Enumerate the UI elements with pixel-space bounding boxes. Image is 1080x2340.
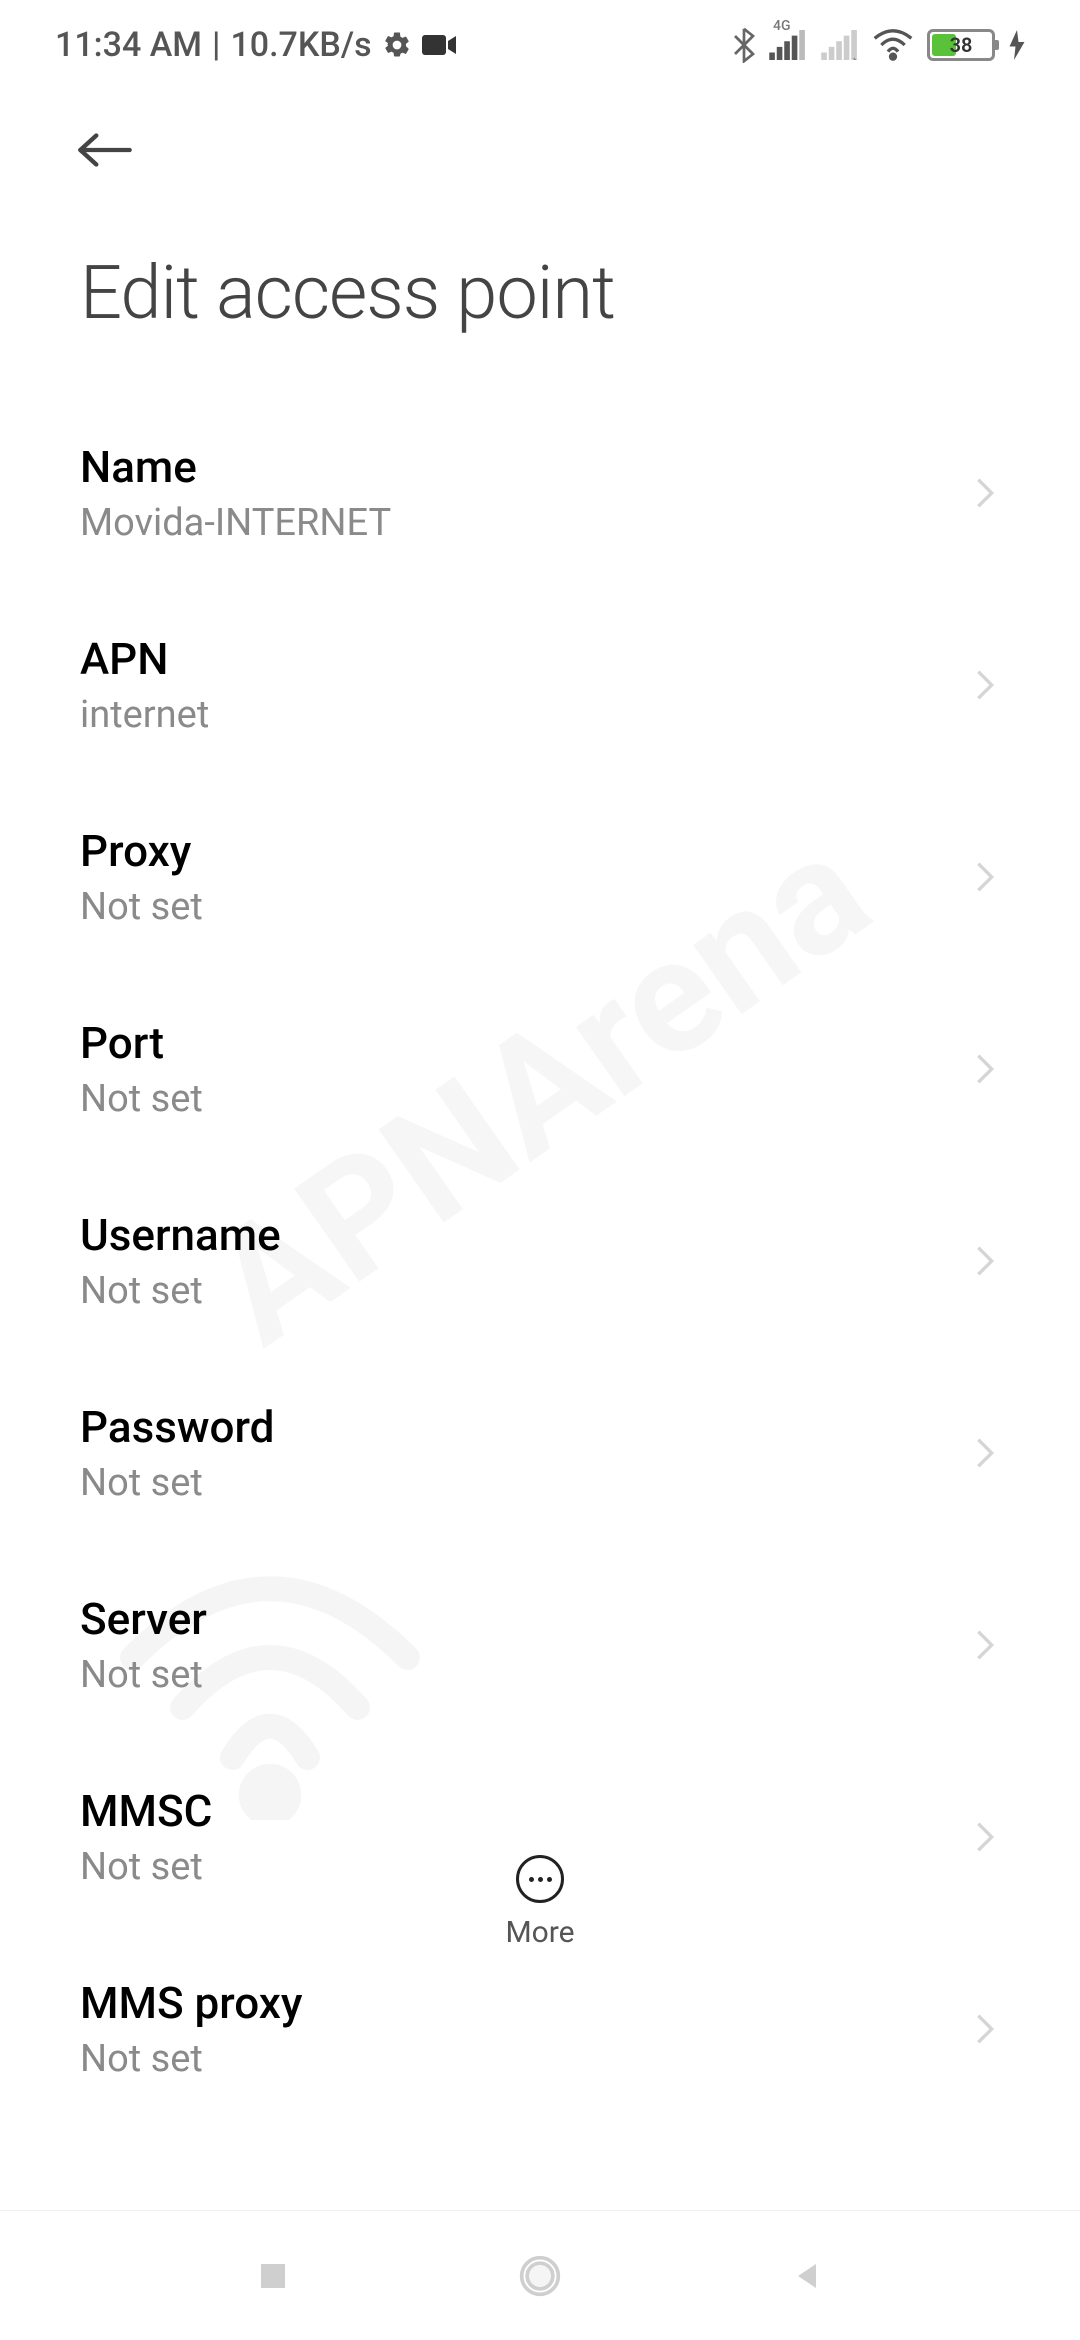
setting-value: Not set xyxy=(80,1269,970,1313)
battery-icon: 38 xyxy=(927,29,995,61)
setting-username[interactable]: Username Not set xyxy=(80,1165,1000,1357)
setting-label: Username xyxy=(80,1209,970,1261)
setting-port[interactable]: Port Not set xyxy=(80,973,1000,1165)
setting-label: Server xyxy=(80,1593,970,1645)
setting-label: Port xyxy=(80,1017,970,1069)
status-separator: | xyxy=(212,25,220,65)
setting-value: Not set xyxy=(80,1461,970,1505)
network-type-label: 4G xyxy=(773,18,791,34)
signal-sim1-icon: 4G xyxy=(769,30,807,60)
setting-label: MMSC xyxy=(80,1785,970,1837)
setting-server[interactable]: Server Not set xyxy=(80,1549,1000,1741)
chevron-right-icon xyxy=(970,670,1000,700)
chevron-right-icon xyxy=(970,1438,1000,1468)
gear-icon xyxy=(382,30,412,60)
setting-label: Proxy xyxy=(80,825,970,877)
chevron-right-icon xyxy=(970,2014,1000,2044)
video-icon xyxy=(422,33,456,57)
setting-mmsc[interactable]: MMSC Not set xyxy=(80,1741,1000,1933)
page-title: Edit access point xyxy=(0,200,1080,397)
chevron-right-icon xyxy=(970,1630,1000,1660)
chevron-right-icon xyxy=(970,1246,1000,1276)
bluetooth-icon xyxy=(733,27,755,63)
charging-icon xyxy=(1009,30,1025,60)
chevron-right-icon xyxy=(970,1054,1000,1084)
setting-name[interactable]: Name Movida-INTERNET xyxy=(80,397,1000,589)
setting-label: MMS proxy xyxy=(80,1977,970,2029)
setting-value: Not set xyxy=(80,885,970,929)
setting-password[interactable]: Password Not set xyxy=(80,1357,1000,1549)
setting-value: internet xyxy=(80,693,970,737)
settings-list: Name Movida-INTERNET APN internet Proxy … xyxy=(0,397,1080,2090)
setting-value: Movida-INTERNET xyxy=(80,501,970,545)
back-button[interactable] xyxy=(75,120,135,180)
nav-bar xyxy=(0,2210,1080,2340)
nav-back-button[interactable] xyxy=(777,2246,837,2306)
setting-label: Name xyxy=(80,441,970,493)
chevron-right-icon xyxy=(970,862,1000,892)
status-data-rate: 10.7KB/s xyxy=(230,25,371,65)
chevron-right-icon xyxy=(970,1822,1000,1852)
setting-mms-proxy[interactable]: MMS proxy Not set xyxy=(80,1933,1000,2090)
setting-value: Not set xyxy=(80,1845,970,1889)
setting-label: APN xyxy=(80,633,970,685)
signal-sim2-icon: ✕ xyxy=(821,30,859,60)
setting-apn[interactable]: APN internet xyxy=(80,589,1000,781)
wifi-icon xyxy=(873,29,913,61)
svg-text:✕: ✕ xyxy=(851,54,859,61)
status-time: 11:34 AM xyxy=(55,25,202,65)
battery-percent: 38 xyxy=(930,33,992,57)
setting-proxy[interactable]: Proxy Not set xyxy=(80,781,1000,973)
status-bar: 11:34 AM | 10.7KB/s 4G ✕ 38 xyxy=(0,0,1080,90)
setting-value: Not set xyxy=(80,2037,970,2081)
setting-value: Not set xyxy=(80,1077,970,1121)
nav-recent-button[interactable] xyxy=(243,2246,303,2306)
setting-value: Not set xyxy=(80,1653,970,1697)
chevron-right-icon xyxy=(970,478,1000,508)
nav-home-button[interactable] xyxy=(510,2246,570,2306)
setting-label: Password xyxy=(80,1401,970,1453)
